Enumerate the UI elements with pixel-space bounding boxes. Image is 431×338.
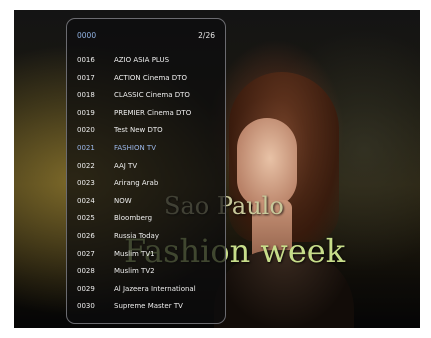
channel-name: Test New DTO xyxy=(114,126,163,135)
channel-name: CLASSIC Cinema DTO xyxy=(114,91,190,100)
channel-name: Muslim TV1 xyxy=(114,249,155,258)
channel-number: 0028 xyxy=(77,267,95,276)
channel-list-header: 0000 2/26 xyxy=(67,31,225,45)
channel-number: 0027 xyxy=(77,249,95,258)
channel-number: 0026 xyxy=(77,231,95,240)
channel-name: Al Jazeera International xyxy=(114,284,196,293)
channel-list-item[interactable]: 0017 ACTION Cinema DTO xyxy=(67,72,225,90)
channel-number: 0029 xyxy=(77,284,95,293)
channel-list-item[interactable]: 0030 Supreme Master TV xyxy=(67,300,225,318)
channel-list-item[interactable]: 0023 Arirang Arab xyxy=(67,177,225,195)
channel-number: 0019 xyxy=(77,108,95,117)
channel-number: 0022 xyxy=(77,161,95,170)
channel-name: Bloomberg xyxy=(114,214,153,223)
channel-name: AZIO ASIA PLUS xyxy=(114,56,170,64)
channel-number: 0023 xyxy=(77,179,95,188)
channel-number: 0021 xyxy=(77,143,95,152)
channel-number: 0025 xyxy=(77,214,95,223)
channel-list-item[interactable]: 0020 Test New DTO xyxy=(67,124,225,142)
channel-number: 0017 xyxy=(77,73,95,82)
channel-list-item[interactable]: 0028 Muslim TV2 xyxy=(67,265,225,283)
channel-name: NOW xyxy=(114,196,132,205)
channel-list-item[interactable]: 0022 AAJ TV xyxy=(67,160,225,178)
channel-number: 0018 xyxy=(77,91,95,100)
channel-list: 0016 AZIO ASIA PLUS 0017 ACTION Cinema DTO 0… xyxy=(67,54,225,318)
channel-list-item[interactable]: 0029 Al Jazeera International xyxy=(67,283,225,301)
channel-name: Muslim TV2 xyxy=(114,267,155,276)
channel-name: AAJ TV xyxy=(114,161,138,170)
channel-name: PREMIER Cinema DTO xyxy=(114,108,192,117)
channel-number: 0024 xyxy=(77,196,95,205)
channel-list-item[interactable]: 0019 PREMIER Cinema DTO xyxy=(67,107,225,125)
channel-name: FASHION TV xyxy=(114,143,156,152)
tv-screen: Sao Paulo Fashion week 0000 2/26 0016AZI… xyxy=(14,10,420,328)
channel-number: 0020 xyxy=(77,126,95,135)
channel-list-item[interactable]: 0027 Muslim TV1 xyxy=(67,248,225,266)
current-channel-number: 0000 xyxy=(77,31,97,40)
channel-name: Russia Today xyxy=(114,231,159,240)
channel-list-item[interactable]: 0018 CLASSIC Cinema DTO xyxy=(67,89,225,107)
channel-list-item[interactable]: 0024 NOW xyxy=(67,195,225,213)
channel-list-item[interactable]: 0026 Russia Today xyxy=(67,230,225,248)
channel-list-item[interactable]: 0025 Bloomberg xyxy=(67,212,225,230)
channel-list-item[interactable]: 0016 AZIO ASIA PLUS xyxy=(67,54,225,72)
channel-number: 0030 xyxy=(77,302,95,311)
channel-name: Arirang Arab xyxy=(114,179,159,188)
channel-list-panel: 0000 2/26 0016 AZIO ASIA PLUS 0017 ACTION C… xyxy=(66,18,226,324)
channel-number: 0016 xyxy=(77,56,95,64)
page-indicator: 2/26 xyxy=(198,31,215,40)
channel-name: ACTION Cinema DTO xyxy=(114,73,187,82)
channel-name: Supreme Master TV xyxy=(114,302,183,311)
channel-list-item[interactable]: 0021 FASHION TV xyxy=(67,142,225,160)
